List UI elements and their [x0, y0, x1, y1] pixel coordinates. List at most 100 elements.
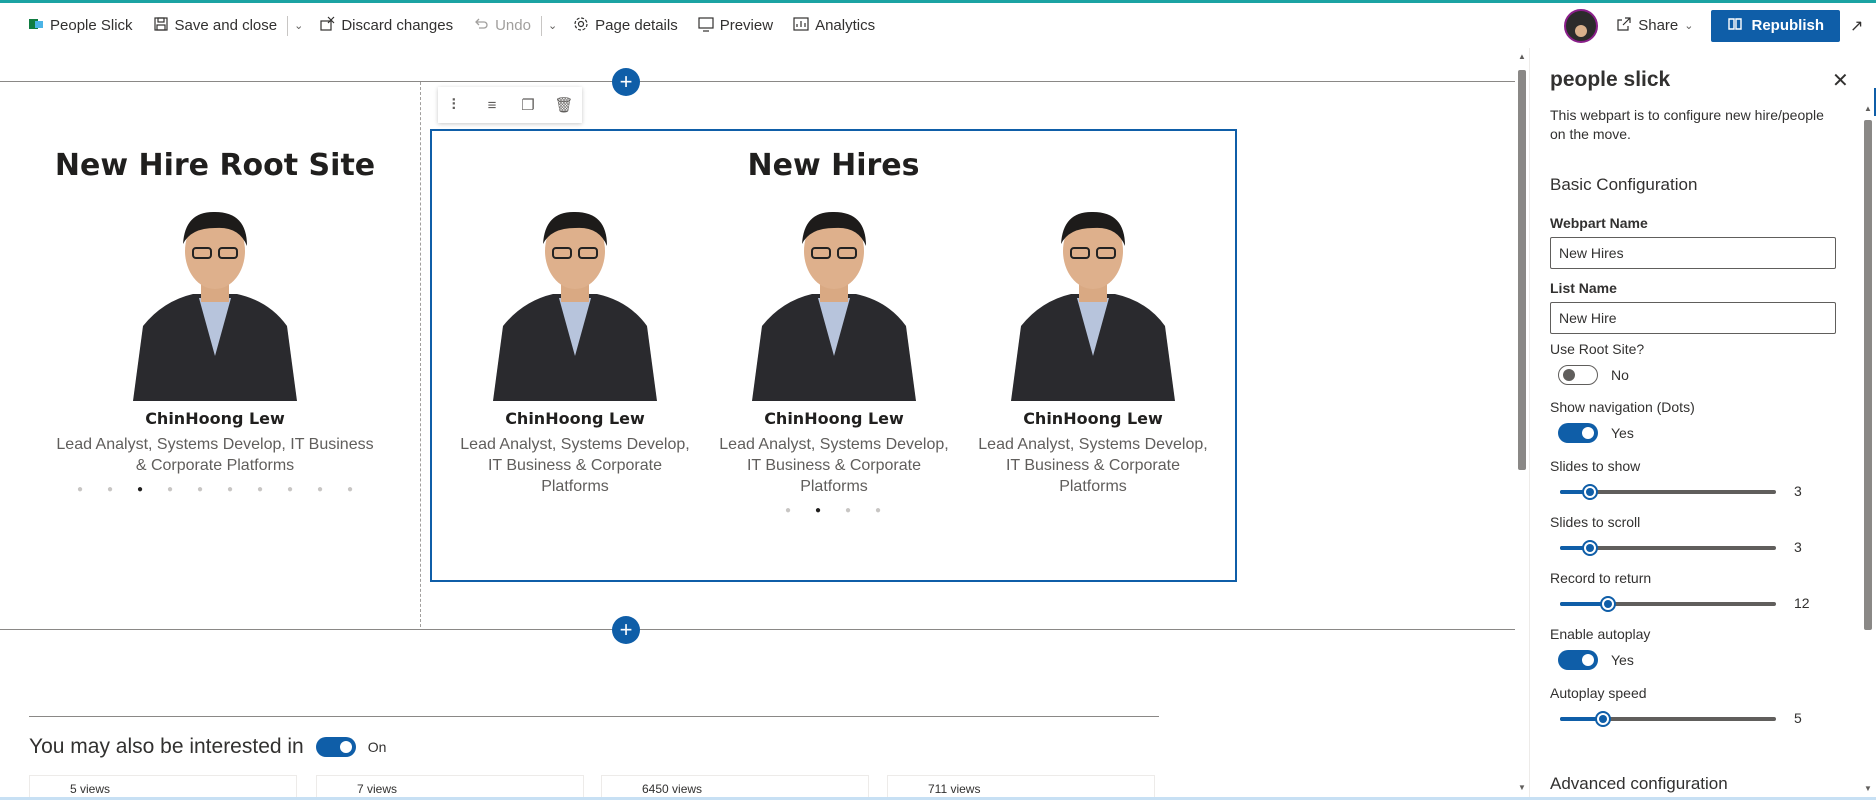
- person-name: ChinHoong Lew: [145, 409, 285, 428]
- new-hire-card[interactable]: ChinHoong Lew Lead Analyst, Systems Deve…: [714, 206, 954, 497]
- scroll-up-icon[interactable]: ▲: [1518, 52, 1526, 61]
- republish-button[interactable]: Republish: [1711, 9, 1840, 42]
- avatar[interactable]: [1564, 8, 1599, 43]
- person-photo: [752, 206, 916, 401]
- person-name: ChinHoong Lew: [505, 409, 645, 428]
- use-root-toggle[interactable]: [1558, 365, 1598, 385]
- show-nav-label: Show navigation (Dots): [1550, 399, 1695, 415]
- carousel-dot[interactable]: ●: [335, 485, 365, 495]
- slider-thumb[interactable]: [1599, 596, 1616, 612]
- person-role: Lead Analyst, Systems Develop, IT Busine…: [978, 436, 1208, 495]
- edit-properties-icon[interactable]: ≡: [481, 97, 503, 114]
- slides-show-slider[interactable]: 3: [1560, 481, 1836, 501]
- slider-value: 3: [1794, 539, 1802, 555]
- add-section-button[interactable]: +: [612, 68, 640, 96]
- toolbar-right: Share ⌄ Republish ↗: [1564, 3, 1876, 48]
- root-person-card[interactable]: ChinHoong Lew Lead Analyst, Systems Deve…: [56, 206, 374, 476]
- list-name-value: New Hire: [1559, 310, 1617, 326]
- page-details-button[interactable]: Page details: [563, 3, 688, 48]
- undo-icon: [473, 16, 489, 36]
- interested-toggle[interactable]: [315, 737, 356, 757]
- app-name-label: People Slick: [50, 17, 133, 34]
- save-and-close-button[interactable]: Save and close: [143, 3, 288, 48]
- root-webpart-title: New Hire Root Site: [54, 148, 376, 183]
- scroll-up-icon[interactable]: ▲: [1864, 104, 1872, 113]
- new-hire-card[interactable]: ChinHoong Lew Lead Analyst, Systems Deve…: [455, 206, 695, 497]
- interested-header: You may also be interested in On: [29, 735, 386, 759]
- webpart-name-field[interactable]: New Hires: [1550, 237, 1836, 269]
- pane-scroll-thumb[interactable]: [1864, 120, 1872, 630]
- share-label: Share: [1638, 17, 1679, 34]
- avatar-face: [1575, 24, 1588, 37]
- slider-thumb[interactable]: [1595, 711, 1612, 727]
- news-card-views: 711 views: [928, 782, 981, 796]
- person-name: ChinHoong Lew: [764, 409, 904, 428]
- app-name-item[interactable]: People Slick: [0, 3, 143, 48]
- new-hire-card[interactable]: ChinHoong Lew Lead Analyst, Systems Deve…: [973, 206, 1213, 497]
- carousel-dot[interactable]: ●: [275, 485, 305, 495]
- discard-changes-button[interactable]: Discard changes: [309, 3, 463, 48]
- command-bar: People Slick Save and close ⌄ Discard ch…: [0, 3, 1876, 48]
- collapse-icon[interactable]: ↗: [1850, 16, 1872, 36]
- share-icon: [1616, 16, 1632, 36]
- drag-handle-icon[interactable]: ⠇: [445, 96, 467, 114]
- person-photo: [133, 206, 297, 401]
- analytics-icon: [793, 16, 809, 36]
- slider-thumb[interactable]: [1582, 540, 1599, 556]
- interested-title: You may also be interested in: [29, 735, 304, 758]
- use-root-state: No: [1611, 367, 1629, 383]
- preview-label: Preview: [719, 17, 774, 34]
- record-slider[interactable]: 12: [1560, 593, 1836, 613]
- carousel-dot[interactable]: ●: [155, 485, 185, 495]
- carousel-dot[interactable]: ●: [803, 506, 833, 516]
- analytics-label: Analytics: [815, 17, 876, 34]
- slides-show-label: Slides to show: [1550, 458, 1641, 474]
- list-name-field[interactable]: New Hire: [1550, 302, 1836, 334]
- duplicate-icon[interactable]: ❐: [517, 96, 539, 114]
- carousel-dot[interactable]: ●: [215, 485, 245, 495]
- slides-scroll-slider[interactable]: 3: [1560, 537, 1836, 557]
- delete-icon[interactable]: 🗑: [553, 96, 575, 114]
- carousel-dot[interactable]: ●: [305, 485, 335, 495]
- carousel-dot[interactable]: ●: [245, 485, 275, 495]
- news-card-views: 7 views: [357, 782, 398, 796]
- carousel-dot[interactable]: ●: [65, 485, 95, 495]
- save-options-chevron-icon[interactable]: ⌄: [288, 19, 309, 32]
- canvas-scroll-thumb[interactable]: [1518, 70, 1526, 470]
- share-button[interactable]: Share ⌄: [1608, 16, 1701, 36]
- autoplay-state: Yes: [1611, 652, 1634, 668]
- chevron-down-icon: ⌄: [1684, 20, 1694, 32]
- scroll-down-icon[interactable]: ▼: [1864, 784, 1872, 793]
- pane-scrollbar[interactable]: ▲ ▼: [1861, 104, 1875, 800]
- interested-toggle-label: On: [367, 739, 387, 755]
- carousel-dot[interactable]: ●: [95, 485, 125, 495]
- autoplay-toggle[interactable]: [1558, 650, 1598, 670]
- scroll-down-icon[interactable]: ▼: [1518, 783, 1526, 792]
- add-section-button[interactable]: +: [612, 616, 640, 644]
- analytics-button[interactable]: Analytics: [783, 3, 885, 48]
- speed-slider[interactable]: 5: [1560, 708, 1836, 728]
- slider-value: 5: [1794, 710, 1802, 726]
- speed-label: Autoplay speed: [1550, 685, 1647, 701]
- undo-button[interactable]: Undo: [463, 3, 541, 48]
- undo-options-chevron-icon[interactable]: ⌄: [542, 19, 563, 32]
- preview-button[interactable]: Preview: [688, 3, 783, 48]
- preview-icon: [698, 16, 714, 36]
- slider-thumb[interactable]: [1582, 484, 1599, 500]
- show-nav-toggle-row: Yes: [1558, 423, 1634, 443]
- pane-description: This webpart is to configure new hire/pe…: [1550, 107, 1824, 142]
- use-root-toggle-row: No: [1558, 365, 1629, 385]
- app-icon: [28, 16, 44, 36]
- autoplay-label: Enable autoplay: [1550, 626, 1651, 642]
- close-icon[interactable]: ✕: [1832, 68, 1849, 93]
- carousel-dot[interactable]: ●: [185, 485, 215, 495]
- undo-label: Undo: [495, 17, 531, 34]
- carousel-dot[interactable]: ●: [863, 506, 893, 516]
- page-details-label: Page details: [595, 17, 678, 34]
- carousel-dot[interactable]: ●: [773, 506, 803, 516]
- carousel-dot[interactable]: ●: [833, 506, 863, 516]
- carousel-dot[interactable]: ●: [125, 485, 155, 495]
- save-and-close-label: Save and close: [174, 17, 278, 34]
- show-nav-toggle[interactable]: [1558, 423, 1598, 443]
- canvas-scrollbar[interactable]: ▲ ▼: [1515, 48, 1529, 800]
